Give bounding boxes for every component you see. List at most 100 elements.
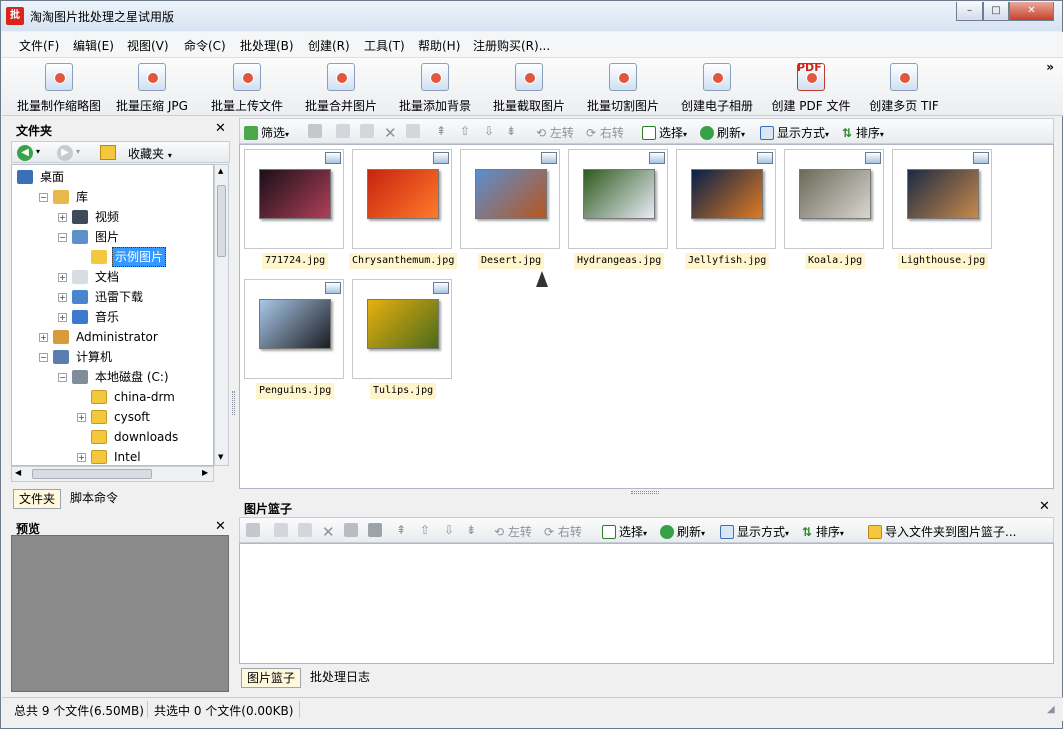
batch-upload-button[interactable]: 批量上传文件: [209, 61, 285, 113]
paste-button[interactable]: [406, 124, 423, 138]
refresh-button[interactable]: 刷新▾: [700, 124, 745, 141]
menu-create[interactable]: 创建(R): [308, 37, 350, 54]
rotate-left-button[interactable]: ⟲ 左转: [536, 124, 574, 141]
title-bar[interactable]: 批 淘淘图片批处理之星试用版 – □ ✕: [1, 1, 1062, 31]
menu-command[interactable]: 命令(C): [184, 37, 226, 54]
basket-clear-button[interactable]: [344, 523, 361, 537]
image-thumbnail[interactable]: [676, 149, 776, 249]
basket-sort-button[interactable]: ⇅ 排序▾: [802, 523, 844, 540]
back-icon[interactable]: ◀: [17, 145, 33, 161]
move-top-button[interactable]: ⇞: [436, 124, 446, 138]
tree-item[interactable]: + cysoft: [12, 407, 212, 427]
expand-icon[interactable]: +: [39, 333, 48, 342]
folder-panel-close-button[interactable]: ✕: [215, 121, 226, 136]
tab-folders[interactable]: 文件夹: [13, 489, 62, 509]
image-thumbnail[interactable]: [568, 149, 668, 249]
forward-icon[interactable]: ▶: [57, 145, 73, 161]
tab-batch-log[interactable]: 批处理日志: [305, 668, 375, 688]
menu-register[interactable]: 注册购买(R)...: [473, 37, 550, 54]
expand-icon[interactable]: +: [58, 293, 67, 302]
batch-thumbnail-button[interactable]: 批量制作缩略图: [15, 61, 103, 113]
collapse-icon[interactable]: −: [39, 193, 48, 202]
splitter-grip[interactable]: [631, 491, 659, 494]
tree-item[interactable]: china-drm: [12, 387, 212, 407]
menu-file[interactable]: 文件(F): [19, 37, 59, 54]
basket-move-bottom-button[interactable]: ⇟: [466, 523, 476, 537]
scroll-down-icon[interactable]: ▼: [218, 453, 223, 461]
toolbar-overflow-button[interactable]: »: [1046, 60, 1054, 74]
forward-dropdown-icon[interactable]: ▾: [76, 147, 80, 156]
move-up-button[interactable]: ⇧: [460, 124, 470, 138]
thumbnail-caption[interactable]: 771724.jpg: [262, 253, 329, 269]
image-thumbnail[interactable]: [892, 149, 992, 249]
rotate-right-button[interactable]: ⟳ 右转: [586, 124, 624, 141]
resize-grip-icon[interactable]: ◢: [1047, 704, 1055, 715]
scroll-left-icon[interactable]: ◀: [15, 468, 21, 477]
tree-item[interactable]: − 图片: [12, 227, 212, 247]
thumbnail-caption[interactable]: Koala.jpg: [805, 253, 866, 269]
move-bottom-button[interactable]: ⇟: [506, 124, 516, 138]
favorites-button[interactable]: 收藏夹 ▾: [128, 145, 172, 162]
thumbnail-caption[interactable]: Chrysanthemum.jpg: [349, 253, 458, 269]
tree-item[interactable]: downloads: [12, 427, 212, 447]
image-thumbnail[interactable]: [244, 279, 344, 379]
tree-item[interactable]: − 库: [12, 187, 212, 207]
expand-icon[interactable]: +: [58, 313, 67, 322]
scroll-thumb[interactable]: [217, 185, 226, 257]
scroll-thumb[interactable]: [32, 469, 152, 479]
basket-rotate-right-button[interactable]: ⟳ 右转: [544, 523, 582, 540]
preview-panel-close-button[interactable]: ✕: [215, 519, 226, 534]
expand-icon[interactable]: +: [58, 273, 67, 282]
create-album-button[interactable]: 创建电子相册: [679, 61, 755, 113]
close-button[interactable]: ✕: [1009, 2, 1054, 21]
image-thumbnail[interactable]: [784, 149, 884, 249]
basket-select-button[interactable]: 选择▾: [602, 523, 647, 540]
tab-script-commands[interactable]: 脚本命令: [65, 489, 123, 509]
batch-compress-jpg-button[interactable]: 批量压缩 JPG: [114, 61, 190, 113]
collapse-icon[interactable]: −: [58, 233, 67, 242]
batch-add-background-button[interactable]: 批量添加背景: [397, 61, 473, 113]
delete-button[interactable]: ✕: [384, 124, 397, 142]
basket-copy-button[interactable]: [298, 523, 315, 537]
expand-icon[interactable]: +: [58, 213, 67, 222]
filter-button[interactable]: 筛选▾: [244, 124, 289, 141]
menu-edit[interactable]: 编辑(E): [73, 37, 114, 54]
thumbnail-caption[interactable]: Lighthouse.jpg: [898, 253, 989, 269]
create-multipage-tif-button[interactable]: 创建多页 TIF: [868, 61, 940, 113]
move-down-button[interactable]: ⇩: [484, 124, 494, 138]
tree-item[interactable]: + Administrator: [12, 327, 212, 347]
batch-crop-button[interactable]: 批量截取图片: [491, 61, 567, 113]
thumbnail-caption[interactable]: Tulips.jpg: [370, 383, 437, 399]
sort-button[interactable]: ⇅ 排序▾: [842, 124, 884, 141]
scroll-up-icon[interactable]: ▲: [218, 167, 223, 175]
batch-cut-button[interactable]: 批量切割图片: [585, 61, 661, 113]
basket-move-top-button[interactable]: ⇞: [396, 523, 406, 537]
vertical-splitter-grip[interactable]: [232, 391, 235, 415]
tree-item[interactable]: + 音乐: [12, 307, 212, 327]
tree-item[interactable]: − 本地磁盘 (C:): [12, 367, 212, 387]
copy-button[interactable]: [360, 124, 377, 138]
select-button[interactable]: 选择▾: [642, 124, 687, 141]
basket-delete-button[interactable]: ✕: [322, 523, 335, 541]
tree-item[interactable]: + 迅雷下载: [12, 287, 212, 307]
tree-item[interactable]: − 计算机: [12, 347, 212, 367]
tree-item[interactable]: + 视频: [12, 207, 212, 227]
view-eye-button[interactable]: [308, 124, 325, 138]
basket-display-mode-button[interactable]: 显示方式▾: [720, 523, 789, 540]
basket-rotate-left-button[interactable]: ⟲ 左转: [494, 523, 532, 540]
image-thumbnail[interactable]: [460, 149, 560, 249]
tree-item[interactable]: 桌面: [12, 167, 212, 187]
scroll-right-icon[interactable]: ▶: [202, 468, 208, 477]
create-pdf-button[interactable]: PDF 创建 PDF 文件: [769, 61, 853, 113]
collapse-icon[interactable]: −: [58, 373, 67, 382]
thumbnail-caption[interactable]: Penguins.jpg: [256, 383, 335, 399]
folder-tree-horizontal-scrollbar[interactable]: ◀ ▶: [11, 466, 214, 482]
import-folder-to-basket-button[interactable]: 导入文件夹到图片篮子...: [868, 523, 1016, 540]
image-basket-area[interactable]: [239, 543, 1054, 664]
menu-view[interactable]: 视图(V): [127, 37, 169, 54]
folder-tree-vertical-scrollbar[interactable]: ▲ ▼: [214, 164, 229, 466]
collapse-icon[interactable]: −: [39, 353, 48, 362]
back-dropdown-icon[interactable]: ▾: [36, 147, 40, 156]
basket-save-button[interactable]: [274, 523, 291, 537]
thumbnail-caption[interactable]: Jellyfish.jpg: [685, 253, 770, 269]
